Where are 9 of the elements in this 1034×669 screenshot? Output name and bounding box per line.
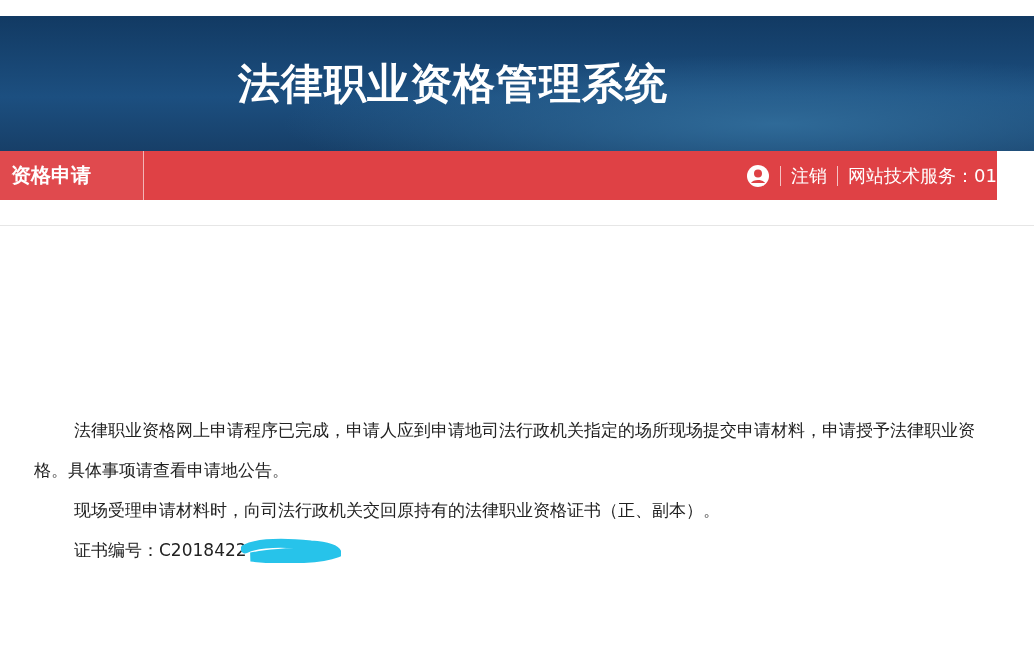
logout-link[interactable]: 注销: [791, 163, 828, 188]
system-title: 法律职业资格管理系统: [238, 57, 668, 110]
certificate-label: 证书编号：: [74, 539, 159, 562]
notice-paragraph: 法律职业资格网上申请程序已完成，申请人应到申请地司法行政机关指定的场所现场提交申请材料，申请授予法律职业资格。具体事项请查看申请地公告。: [34, 419, 976, 482]
certificate-number: C2018422: [159, 539, 247, 562]
user-icon[interactable]: [746, 163, 771, 188]
notice-paragraph: 现场受理申请材料时，向司法行政机关交回原持有的法律职业资格证书（正、副本）。: [73, 499, 721, 522]
tech-service-link[interactable]: 网站技术服务：01: [848, 163, 997, 188]
nav-tab[interactable]: 资格申请: [0, 151, 144, 200]
